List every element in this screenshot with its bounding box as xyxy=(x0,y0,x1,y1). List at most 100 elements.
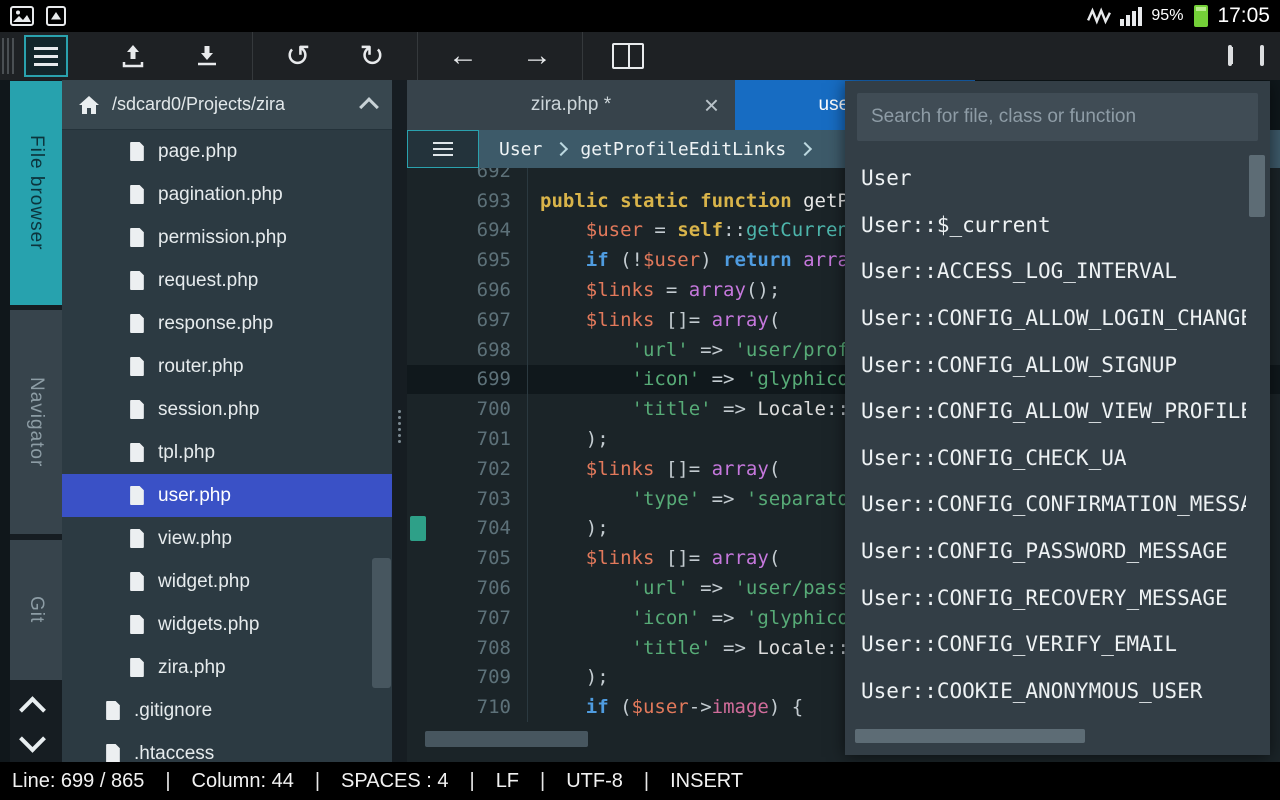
file-icon xyxy=(130,400,145,419)
navigate-back-button[interactable]: ← xyxy=(439,33,487,79)
scroll-up-button[interactable] xyxy=(14,690,50,720)
arrow-right-icon: → xyxy=(522,39,552,73)
popup-item[interactable]: User::COOKIE_ANONYMOUS_USER xyxy=(845,668,1246,715)
path-bar[interactable]: /sdcard0/Projects/zira xyxy=(62,80,392,130)
file-row[interactable]: router.php xyxy=(62,345,392,388)
panel-horizontal-button[interactable] xyxy=(1260,47,1264,65)
sidebar-tab-file-browser[interactable]: File browser xyxy=(10,81,62,305)
file-row[interactable]: page.php xyxy=(62,130,392,173)
file-list-scrollbar[interactable] xyxy=(372,558,391,688)
line-number: 700 xyxy=(429,398,527,420)
editor-horizontal-scrollbar[interactable] xyxy=(425,731,588,747)
redo-button[interactable]: ↻ xyxy=(348,33,396,79)
code-text: if ($user->image) { xyxy=(527,692,803,722)
separator: | xyxy=(644,770,649,793)
search-input[interactable] xyxy=(857,93,1258,141)
file-row[interactable]: .gitignore xyxy=(62,689,392,732)
file-row[interactable]: zira.php xyxy=(62,646,392,689)
file-row[interactable]: widget.php xyxy=(62,560,392,603)
popup-item[interactable]: User::$_current xyxy=(845,202,1246,249)
collapse-chevron-icon[interactable] xyxy=(359,97,379,117)
panel-resize-handle[interactable] xyxy=(395,404,404,448)
sidebar-tab-label: Navigator xyxy=(25,377,47,467)
sidebar-tab-label: Git xyxy=(25,596,47,623)
file-icon xyxy=(106,701,121,720)
panel-vertical-button[interactable] xyxy=(1228,47,1232,65)
popup-item[interactable]: User::CONFIG_CHECK_UA xyxy=(845,435,1246,482)
popup-item[interactable]: User::CONFIG_ALLOW_LOGIN_CHANGE xyxy=(845,295,1246,342)
file-row[interactable]: response.php xyxy=(62,302,392,345)
vibrate-icon xyxy=(1087,7,1111,25)
file-row[interactable]: session.php xyxy=(62,388,392,431)
popup-item[interactable]: User::CONFIG_ALLOW_VIEW_PROFILES xyxy=(845,388,1246,435)
file-icon xyxy=(130,228,145,247)
vertical-panel-icon xyxy=(1228,45,1232,66)
status-segment: INSERT xyxy=(670,770,743,793)
code-text: $links []= array( xyxy=(527,454,780,484)
chevron-right-icon xyxy=(798,142,812,156)
line-number: 706 xyxy=(429,577,527,599)
menu-button[interactable] xyxy=(24,35,68,77)
line-number: 699 xyxy=(429,368,527,390)
line-number: 707 xyxy=(429,607,527,629)
navigate-forward-button[interactable]: → xyxy=(513,33,561,79)
scroll-down-button[interactable] xyxy=(14,728,50,758)
sidebar-tab-git[interactable]: Git xyxy=(10,540,62,680)
battery-percent: 95% xyxy=(1151,7,1183,25)
bookmark-marker xyxy=(410,516,426,541)
arrow-left-icon: ← xyxy=(448,39,478,73)
file-row[interactable]: widgets.php xyxy=(62,603,392,646)
file-row[interactable]: view.php xyxy=(62,517,392,560)
separator: | xyxy=(315,770,320,793)
status-segments: Line: 699 / 865|Column: 44|SPACES : 4|LF… xyxy=(12,770,743,793)
file-row[interactable]: permission.php xyxy=(62,216,392,259)
file-icon xyxy=(130,314,145,333)
gutter-margin xyxy=(407,305,429,335)
line-number: 708 xyxy=(429,637,527,659)
undo-button[interactable]: ↺ xyxy=(274,33,322,79)
gutter-margin xyxy=(407,168,429,186)
file-row[interactable]: user.php xyxy=(62,474,392,517)
file-icon xyxy=(130,486,145,505)
undo-icon: ↺ xyxy=(285,39,310,74)
popup-horizontal-scrollbar[interactable] xyxy=(855,729,1085,743)
popup-item[interactable]: User::ACCESS_LOG_INTERVAL xyxy=(845,248,1246,295)
file-name: pagination.php xyxy=(158,184,283,206)
toolbar-separator xyxy=(582,32,583,80)
save-button[interactable] xyxy=(183,33,231,79)
upload-button[interactable] xyxy=(109,33,157,79)
split-view-button[interactable] xyxy=(604,33,652,79)
popup-item[interactable]: User::CONFIG_ALLOW_SIGNUP xyxy=(845,341,1246,388)
code-text: $links = array(); xyxy=(527,275,780,305)
popup-vertical-scrollbar[interactable] xyxy=(1249,155,1265,217)
line-number: 698 xyxy=(429,339,527,361)
popup-item[interactable]: User xyxy=(845,155,1246,202)
file-row[interactable]: request.php xyxy=(62,259,392,302)
file-name: router.php xyxy=(158,356,244,378)
gutter-margin xyxy=(407,275,429,305)
file-icon xyxy=(130,572,145,591)
gutter-margin xyxy=(407,573,429,603)
file-row[interactable]: tpl.php xyxy=(62,431,392,474)
line-number: 697 xyxy=(429,309,527,331)
clock: 17:05 xyxy=(1217,4,1270,28)
breadcrumb-method[interactable]: getProfileEditLinks xyxy=(580,139,786,160)
popup-item[interactable]: User::CONFIG_VERIFY_EMAIL xyxy=(845,621,1246,668)
popup-item[interactable]: User::CONFIG_RECOVERY_MESSAGE xyxy=(845,574,1246,621)
tab-zira-php[interactable]: zira.php * × xyxy=(407,80,735,130)
popup-item[interactable]: User::CONFIG_CONFIRMATION_MESSAGE xyxy=(845,481,1246,528)
breadcrumb-class[interactable]: User xyxy=(499,139,542,160)
file-row[interactable]: .htaccess xyxy=(62,732,392,762)
line-number: 703 xyxy=(429,488,527,510)
status-segment: UTF-8 xyxy=(566,770,623,793)
close-icon[interactable]: × xyxy=(704,92,719,118)
file-row[interactable]: pagination.php xyxy=(62,173,392,216)
symbol-menu-button[interactable] xyxy=(407,130,479,168)
line-number: 701 xyxy=(429,428,527,450)
main-area: File browser Navigator Git /sdcard0/Proj… xyxy=(0,80,1280,762)
gutter-margin xyxy=(407,245,429,275)
gutter-margin xyxy=(407,484,429,514)
sidebar-tab-navigator[interactable]: Navigator xyxy=(10,310,62,534)
popup-item[interactable]: User::CONFIG_PASSWORD_MESSAGE xyxy=(845,528,1246,575)
separator: | xyxy=(165,770,170,793)
